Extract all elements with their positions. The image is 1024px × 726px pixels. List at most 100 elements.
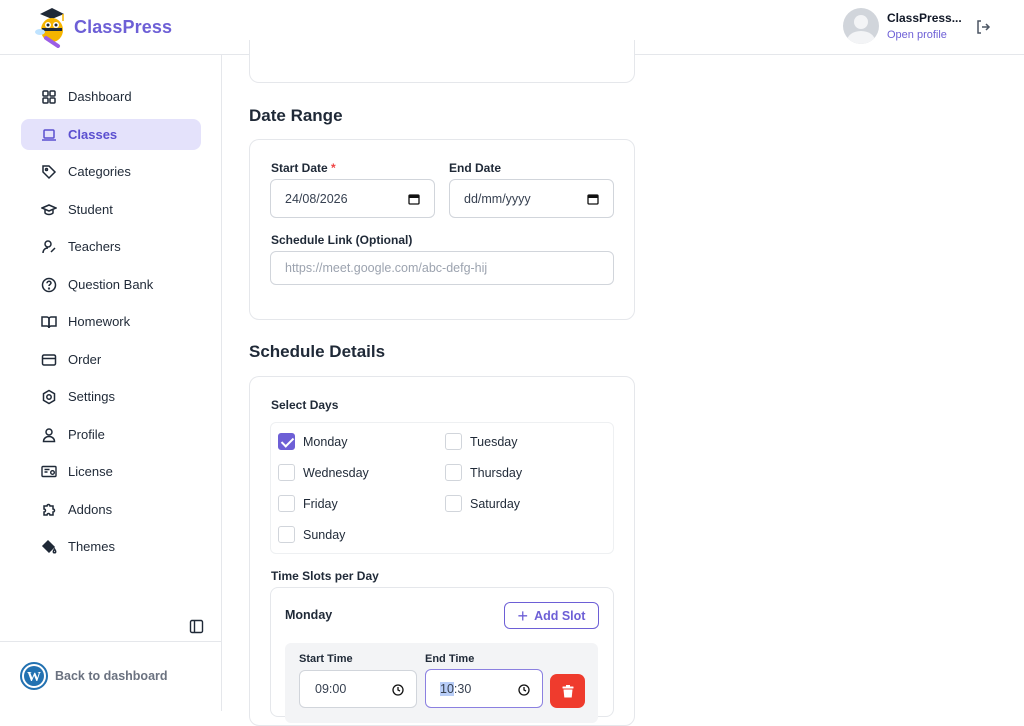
grid-icon [42, 89, 56, 104]
sidebar-item-label: Themes [68, 539, 115, 554]
day-label: Wednesday [303, 465, 369, 480]
sidebar-divider [0, 641, 221, 642]
sidebar-item-label: Profile [68, 427, 105, 442]
user-menu[interactable]: ClassPress... Open profile [843, 8, 962, 44]
sidebar-item-themes[interactable]: Themes [21, 531, 201, 562]
checkbox[interactable] [278, 433, 295, 450]
calendar-icon[interactable] [587, 193, 599, 205]
day-checkbox-wednesday[interactable]: Wednesday [278, 464, 369, 481]
day-label: Friday [303, 496, 338, 511]
bee-logo-icon [34, 6, 70, 48]
checkbox[interactable] [445, 464, 462, 481]
user-name: ClassPress... [887, 11, 962, 25]
sidebar: Dashboard Classes Categories Student Tea… [0, 55, 222, 711]
required-mark: * [331, 161, 336, 175]
sidebar-item-homework[interactable]: Homework [21, 306, 201, 337]
day-label: Monday [303, 434, 348, 449]
sidebar-item-label: Order [68, 352, 102, 367]
calendar-icon[interactable] [408, 193, 420, 205]
day-label: Saturday [470, 496, 521, 511]
day-checkbox-tuesday[interactable]: Tuesday [445, 433, 517, 450]
gear-icon [42, 389, 56, 404]
previous-section-card [249, 40, 635, 83]
sidebar-item-label: Categories [68, 164, 131, 179]
start-date-label: Start Date * [271, 161, 336, 175]
sidebar-item-profile[interactable]: Profile [21, 419, 201, 450]
book-open-icon [41, 315, 57, 328]
tag-icon [42, 164, 57, 179]
end-time-hour: 10 [440, 681, 454, 696]
checkbox[interactable] [278, 526, 295, 543]
graduation-cap-icon [41, 203, 57, 215]
sidebar-collapse-icon[interactable] [189, 619, 204, 634]
sidebar-item-question-bank[interactable]: Question Bank [21, 269, 201, 300]
sidebar-item-categories[interactable]: Categories [21, 156, 201, 187]
checkbox[interactable] [278, 495, 295, 512]
clock-icon[interactable] [392, 684, 404, 696]
sidebar-item-classes[interactable]: Classes [21, 119, 201, 150]
day-checkbox-friday[interactable]: Friday [278, 495, 338, 512]
day-checkbox-thursday[interactable]: Thursday [445, 464, 522, 481]
end-date-placeholder: dd/mm/yyyy [464, 191, 531, 206]
teacher-icon [42, 239, 56, 253]
svg-text:W: W [27, 670, 41, 685]
user-icon [42, 427, 56, 442]
start-date-value: 24/08/2026 [285, 191, 348, 206]
sidebar-item-teachers[interactable]: Teachers [21, 231, 201, 262]
date-range-title: Date Range [249, 106, 343, 125]
sidebar-item-addons[interactable]: Addons [21, 494, 201, 525]
sidebar-item-order[interactable]: Order [21, 344, 201, 375]
sidebar-item-label: Classes [68, 127, 118, 142]
day-label: Tuesday [470, 434, 518, 449]
schedule-link-label: Schedule Link (Optional) [271, 233, 413, 247]
avatar [843, 8, 879, 44]
start-time-label: Start Time [299, 653, 353, 665]
paint-bucket-icon [41, 539, 57, 553]
back-to-dashboard-label: Back to dashboard [55, 669, 168, 683]
sidebar-item-label: Homework [68, 314, 131, 329]
checkbox[interactable] [445, 433, 462, 450]
clock-icon[interactable] [518, 684, 530, 696]
wordpress-logo-icon: W [20, 662, 48, 690]
day-label: Sunday [303, 527, 346, 542]
back-to-dashboard-link[interactable]: W Back to dashboard [20, 662, 168, 690]
day-checkbox-saturday[interactable]: Saturday [445, 495, 520, 512]
add-slot-button[interactable]: + Add Slot [504, 602, 599, 629]
end-date-field[interactable]: dd/mm/yyyy [449, 179, 614, 218]
brand-name: ClassPress [74, 16, 173, 37]
sidebar-item-dashboard[interactable]: Dashboard [21, 81, 201, 112]
plus-icon: + [517, 605, 529, 626]
sidebar-item-student[interactable]: Student [21, 194, 201, 225]
sidebar-item-label: Question Bank [68, 277, 154, 292]
sidebar-item-license[interactable]: License [21, 456, 201, 487]
checkbox[interactable] [278, 464, 295, 481]
day-checkbox-sunday[interactable]: Sunday [278, 526, 345, 543]
schedule-details-title: Schedule Details [249, 342, 386, 361]
laptop-icon [42, 128, 56, 141]
slot-day-title: Monday [285, 608, 333, 622]
sidebar-item-label: Dashboard [68, 89, 132, 104]
add-slot-label: Add Slot [534, 608, 586, 623]
start-date-field[interactable]: 24/08/2026 [270, 179, 435, 218]
schedule-link-input[interactable]: https://meet.google.com/abc-defg-hij [270, 251, 614, 285]
time-slots-label: Time Slots per Day [271, 569, 379, 583]
checkbox[interactable] [445, 495, 462, 512]
logout-icon[interactable] [975, 19, 991, 35]
question-circle-icon [41, 277, 57, 292]
day-checkbox-monday[interactable]: Monday [278, 433, 347, 450]
sidebar-item-label: Addons [68, 502, 113, 517]
credit-card-icon [41, 353, 57, 366]
delete-slot-button[interactable] [550, 674, 585, 708]
start-time-value: 09:00 [315, 682, 347, 696]
end-time-field[interactable]: 10:30 [425, 669, 543, 708]
brand[interactable]: ClassPress [34, 6, 172, 48]
sidebar-item-settings[interactable]: Settings [21, 381, 201, 412]
open-profile-link[interactable]: Open profile [887, 29, 962, 41]
puzzle-icon [43, 503, 56, 516]
end-time-label: End Time [425, 653, 475, 665]
end-date-label: End Date [449, 161, 502, 175]
select-days-label: Select Days [271, 398, 339, 412]
end-time-rest: :30 [453, 681, 472, 696]
sidebar-item-label: License [68, 464, 113, 479]
start-time-field[interactable]: 09:00 [299, 670, 417, 708]
